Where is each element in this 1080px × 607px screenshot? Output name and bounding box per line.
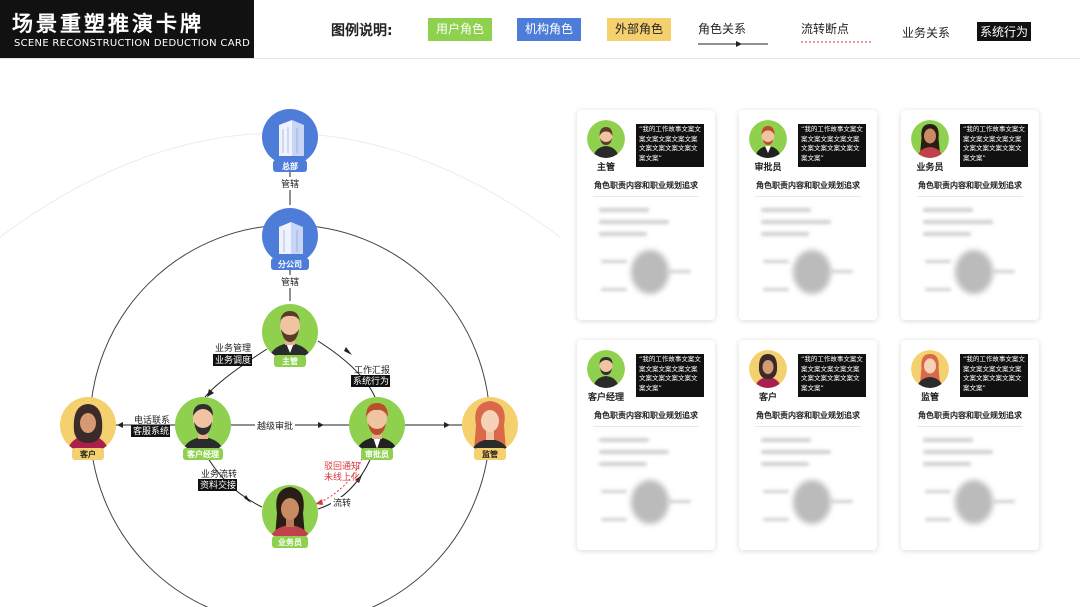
- node-account-manager[interactable]: 客户经理: [175, 397, 231, 460]
- legend-label: 图例说明:: [331, 23, 393, 39]
- card-role-label: 监管: [920, 393, 939, 403]
- building-icon: [279, 120, 304, 156]
- avatar-male-bald: [587, 350, 625, 388]
- building-icon: [279, 222, 303, 254]
- legend-system-action: 系统行为: [977, 22, 1032, 41]
- edge-label-skip-approval: 越级审批: [257, 420, 293, 432]
- edge-label-hq-branch: 管辖: [281, 178, 299, 190]
- edge-label-service-system: 客服系统: [133, 425, 169, 437]
- card-role-label: 审批员: [754, 163, 782, 173]
- card-subtitle: 角色职责内容和职业规划追求: [594, 181, 698, 190]
- card-subtitle: 角色职责内容和职业规划追求: [918, 411, 1022, 420]
- legend-org-role: 机构角色: [517, 18, 582, 41]
- card-role-label: 客户: [758, 393, 777, 403]
- card-divider: [917, 196, 1023, 197]
- role-card-customer[interactable]: 客户 “我的工作故事文案文案文案文案文案文案文案文案文案文案文案文案” 角色职责…: [739, 340, 877, 550]
- avatar-male-red-hair: [749, 120, 787, 158]
- legend-external-role: 外部角色: [607, 18, 672, 41]
- card-subtitle: 角色职责内容和职业规划追求: [756, 411, 860, 420]
- edge-label-phone-contact: 电话联系: [134, 414, 170, 426]
- node-supervisor[interactable]: 主管: [262, 304, 318, 367]
- role-card-regulator[interactable]: 监管 “我的工作故事文案文案文案文案文案文案文案文案文案文案文案文案” 角色职责…: [901, 340, 1039, 550]
- edge-label-business-mgmt: 业务管理: [215, 342, 251, 354]
- node-label-supervisor: 主管: [282, 356, 298, 366]
- edge-label-work-report: 工作汇报: [354, 364, 390, 376]
- legend-flow-break: 流转断点: [801, 22, 850, 36]
- card-role-label: 主管: [596, 163, 615, 173]
- card-blurred-content: [757, 204, 859, 312]
- legend-user-role: 用户角色: [428, 18, 493, 41]
- card-divider: [593, 196, 699, 197]
- role-card-approver[interactable]: 审批员 “我的工作故事文案文案文案文案文案文案文案文案文案文案文案文案” 角色职…: [739, 110, 877, 320]
- card-divider: [755, 196, 861, 197]
- role-card-account-manager[interactable]: 客户经理 “我的工作故事文案文案文案文案文案文案文案文案文案文案文案文案” 角色…: [577, 340, 715, 550]
- relationship-diagram: 管辖 管辖 业务管理 业务调度 工作汇报 系统行为 电话联系 客服系统 越级审批…: [0, 109, 560, 607]
- edge-label-not-online: 未线上化: [324, 471, 360, 483]
- role-card-supervisor[interactable]: 主管 “我的工作故事文案文案文案文案文案文案文案文案文案文案文案文案” 角色职责…: [577, 110, 715, 320]
- node-hq[interactable]: 总部: [262, 109, 318, 172]
- edge-label-business-dispatch: 业务调度: [215, 354, 251, 366]
- page-subtitle: SCENE RECONSTRUCTION DEDUCTION CARD: [14, 38, 251, 49]
- role-card-salesperson[interactable]: 业务员 “我的工作故事文案文案文案文案文案文案文案文案文案文案文案文案” 角色职…: [901, 110, 1039, 320]
- node-customer[interactable]: 客户: [60, 397, 116, 460]
- node-approver[interactable]: 审批员: [349, 397, 405, 460]
- node-branch[interactable]: 分公司: [262, 208, 318, 270]
- avatar-female-red-hair: [911, 350, 949, 388]
- card-quote: “我的工作故事文案文案文案文案文案文案文案文案文案文案文案文案”: [960, 354, 1028, 397]
- card-blurred-content: [595, 204, 697, 312]
- legend-role-relation: 角色关系: [698, 22, 747, 36]
- card-blurred-content: [757, 434, 859, 542]
- avatar-male-beard: [587, 120, 625, 158]
- card-role-label: 业务员: [916, 163, 944, 173]
- legend-role-relation-line: [698, 41, 768, 47]
- card-quote: “我的工作故事文案文案文案文案文案文案文案文案文案文案文案文案”: [798, 354, 866, 397]
- node-label-branch: 分公司: [278, 259, 302, 269]
- edge-label-system-action: 系统行为: [353, 375, 389, 387]
- edge-label-branch-supervisor: 管辖: [281, 276, 299, 288]
- card-divider: [755, 426, 861, 427]
- edge-label-material-submit: 资料交接: [200, 479, 236, 491]
- node-salesperson[interactable]: 业务员: [262, 485, 318, 548]
- card-blurred-content: [919, 434, 1021, 542]
- node-label-hq: 总部: [282, 161, 298, 171]
- card-subtitle: 角色职责内容和职业规划追求: [756, 181, 860, 190]
- node-label-approver: 审批员: [365, 449, 389, 459]
- card-blurred-content: [595, 434, 697, 542]
- card-subtitle: 角色职责内容和职业规划追求: [918, 181, 1022, 190]
- legend-flow-break-line: [801, 41, 871, 43]
- card-divider: [593, 426, 699, 427]
- card-subtitle: 角色职责内容和职业规划追求: [594, 411, 698, 420]
- card-blurred-content: [919, 204, 1021, 312]
- card-quote: “我的工作故事文案文案文案文案文案文案文案文案文案文案文案文案”: [798, 124, 866, 167]
- card-quote: “我的工作故事文案文案文案文案文案文案文案文案文案文案文案文案”: [636, 354, 704, 397]
- edge-label-flow: 流转: [333, 497, 351, 509]
- page-title: 场景重塑推演卡牌: [12, 12, 204, 36]
- node-label-regulator: 监管: [482, 449, 498, 459]
- avatar-female-hijab: [749, 350, 787, 388]
- node-label-account-manager: 客户经理: [186, 449, 219, 459]
- card-quote: “我的工作故事文案文案文案文案文案文案文案文案文案文案文案文案”: [636, 124, 704, 167]
- title-block: 场景重塑推演卡牌 SCENE RECONSTRUCTION DEDUCTION …: [0, 0, 254, 58]
- header: 场景重塑推演卡牌 SCENE RECONSTRUCTION DEDUCTION …: [0, 0, 1080, 59]
- node-label-customer: 客户: [79, 449, 96, 459]
- edge-label-reject-notice: 驳回通知: [324, 460, 360, 472]
- card-divider: [917, 426, 1023, 427]
- node-regulator[interactable]: 监管: [462, 397, 518, 460]
- edge-label-business-flow: 业务流转: [201, 468, 237, 480]
- node-label-salesperson: 业务员: [278, 537, 302, 547]
- card-quote: “我的工作故事文案文案文案文案文案文案文案文案文案文案文案文案”: [960, 124, 1028, 167]
- legend-business-relation: 业务关系: [902, 26, 951, 40]
- card-role-label: 客户经理: [587, 393, 624, 403]
- avatar-female-dark-hair: [911, 120, 949, 158]
